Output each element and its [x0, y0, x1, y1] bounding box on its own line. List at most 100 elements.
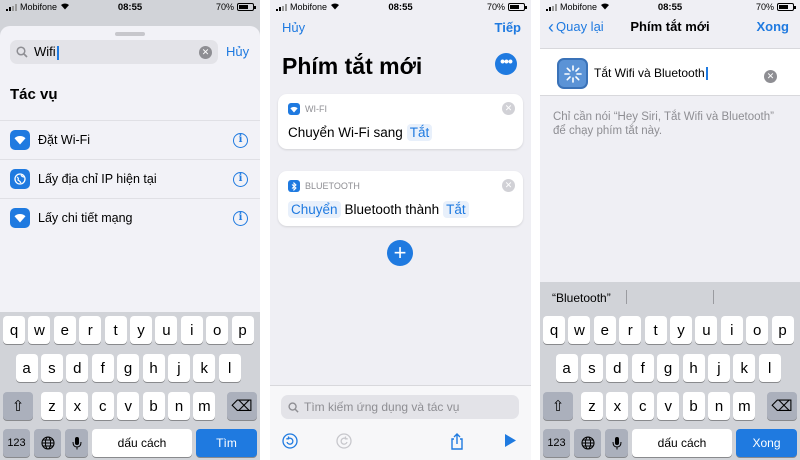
- key-t[interactable]: t: [104, 316, 127, 344]
- key-h[interactable]: h: [682, 354, 705, 382]
- dictation-key[interactable]: [65, 429, 88, 457]
- key-m[interactable]: m: [733, 392, 756, 420]
- space-key[interactable]: dấu cách: [92, 429, 192, 457]
- key-w[interactable]: w: [28, 316, 51, 344]
- key-l[interactable]: l: [758, 354, 781, 382]
- key-p[interactable]: p: [771, 316, 794, 344]
- key-w[interactable]: w: [568, 316, 591, 344]
- key-f[interactable]: f: [631, 354, 654, 382]
- key-x[interactable]: x: [66, 392, 89, 420]
- key-d[interactable]: d: [66, 354, 89, 382]
- panel-search-actions: Mobifone 08:55 70% Wifi ✕ Hủy Tác vụ Đặt…: [0, 0, 260, 460]
- key-q[interactable]: q: [3, 316, 25, 344]
- undo-icon[interactable]: [282, 433, 298, 453]
- key-g[interactable]: g: [117, 354, 140, 382]
- clear-search-icon[interactable]: ✕: [199, 45, 212, 59]
- key-o[interactable]: o: [746, 316, 769, 344]
- bluetooth-state-token[interactable]: Tắt: [443, 201, 469, 218]
- key-s[interactable]: s: [580, 354, 603, 382]
- key-o[interactable]: o: [206, 316, 229, 344]
- wifi-action-card[interactable]: WI-FI ✕ Chuyển Wi-Fi sang Tắt: [278, 94, 523, 149]
- key-z[interactable]: z: [581, 392, 603, 420]
- key-x[interactable]: x: [606, 392, 629, 420]
- key-r[interactable]: r: [619, 316, 642, 344]
- clear-name-icon[interactable]: ✕: [764, 70, 777, 83]
- info-icon[interactable]: i: [233, 210, 248, 226]
- backspace-key[interactable]: ⌫: [767, 392, 797, 420]
- space-key[interactable]: dấu cách: [632, 429, 732, 457]
- key-q[interactable]: q: [543, 316, 565, 344]
- key-n[interactable]: n: [708, 392, 730, 420]
- key-k[interactable]: k: [193, 354, 216, 382]
- back-button[interactable]: ‹ Quay lại: [548, 18, 604, 36]
- key-d[interactable]: d: [606, 354, 629, 382]
- key-b[interactable]: b: [142, 392, 165, 420]
- app-action-search-input[interactable]: Tìm kiếm ứng dụng và tác vụ: [281, 395, 519, 419]
- info-icon[interactable]: i: [233, 132, 248, 148]
- globe-icon: [40, 436, 55, 450]
- done-button[interactable]: Xong: [757, 19, 790, 34]
- key-t[interactable]: t: [644, 316, 667, 344]
- more-options-button[interactable]: •••: [495, 53, 517, 75]
- globe-key[interactable]: [34, 429, 61, 457]
- key-k[interactable]: k: [733, 354, 756, 382]
- key-e[interactable]: e: [53, 316, 76, 344]
- key-y[interactable]: y: [670, 316, 692, 344]
- cancel-search-button[interactable]: Hủy: [226, 44, 249, 59]
- key-j[interactable]: j: [707, 354, 730, 382]
- key-h[interactable]: h: [142, 354, 165, 382]
- key-c[interactable]: c: [631, 392, 654, 420]
- sheet-grabber[interactable]: [115, 32, 145, 36]
- key-v[interactable]: v: [657, 392, 680, 420]
- key-g[interactable]: g: [657, 354, 680, 382]
- list-item[interactable]: Lấy địa chỉ IP hiện tại i: [0, 159, 260, 198]
- shift-key[interactable]: ⇧: [543, 392, 573, 420]
- key-m[interactable]: m: [193, 392, 216, 420]
- done-return-key[interactable]: Xong: [736, 429, 797, 457]
- key-a[interactable]: a: [15, 354, 38, 382]
- key-i[interactable]: i: [180, 316, 203, 344]
- info-icon[interactable]: i: [233, 171, 248, 187]
- key-n[interactable]: n: [168, 392, 190, 420]
- play-icon[interactable]: [504, 433, 517, 452]
- search-return-key[interactable]: Tìm: [196, 429, 257, 457]
- bluetooth-verb-token[interactable]: Chuyển: [288, 201, 341, 218]
- key-e[interactable]: e: [593, 316, 616, 344]
- cancel-button[interactable]: Hủy: [282, 20, 305, 35]
- key-r[interactable]: r: [79, 316, 102, 344]
- add-action-button[interactable]: +: [387, 240, 413, 266]
- key-u[interactable]: u: [155, 316, 178, 344]
- next-button[interactable]: Tiếp: [495, 20, 522, 35]
- key-f[interactable]: f: [91, 354, 114, 382]
- wifi-state-token[interactable]: Tắt: [406, 124, 433, 141]
- list-item[interactable]: Lấy chi tiết mạng i: [0, 198, 260, 237]
- key-z[interactable]: z: [41, 392, 63, 420]
- list-item[interactable]: Đặt Wi-Fi i: [0, 120, 260, 159]
- globe-key[interactable]: [574, 429, 601, 457]
- action-search-input[interactable]: Wifi ✕: [10, 40, 218, 64]
- dictation-key[interactable]: [605, 429, 628, 457]
- numbers-key[interactable]: 123: [3, 429, 30, 457]
- key-c[interactable]: c: [91, 392, 114, 420]
- bluetooth-action-card[interactable]: BLUETOOTH ✕ Chuyển Bluetooth thành Tắt: [278, 171, 523, 226]
- key-j[interactable]: j: [167, 354, 190, 382]
- key-b[interactable]: b: [682, 392, 705, 420]
- key-p[interactable]: p: [231, 316, 254, 344]
- shift-key[interactable]: ⇧: [3, 392, 33, 420]
- prediction-suggestion[interactable]: “Bluetooth”: [552, 291, 611, 305]
- key-v[interactable]: v: [117, 392, 140, 420]
- shortcut-name-input[interactable]: Tắt Wifi và Bluetooth: [594, 66, 708, 81]
- backspace-key[interactable]: ⌫: [227, 392, 257, 420]
- key-l[interactable]: l: [218, 354, 241, 382]
- remove-action-icon[interactable]: ✕: [502, 102, 515, 115]
- key-s[interactable]: s: [40, 354, 63, 382]
- redo-icon[interactable]: [336, 433, 352, 453]
- key-u[interactable]: u: [695, 316, 718, 344]
- shortcut-icon[interactable]: [557, 58, 588, 89]
- key-a[interactable]: a: [555, 354, 578, 382]
- key-i[interactable]: i: [720, 316, 743, 344]
- numbers-key[interactable]: 123: [543, 429, 570, 457]
- key-y[interactable]: y: [130, 316, 152, 344]
- remove-action-icon[interactable]: ✕: [502, 179, 515, 192]
- share-icon[interactable]: [450, 433, 464, 454]
